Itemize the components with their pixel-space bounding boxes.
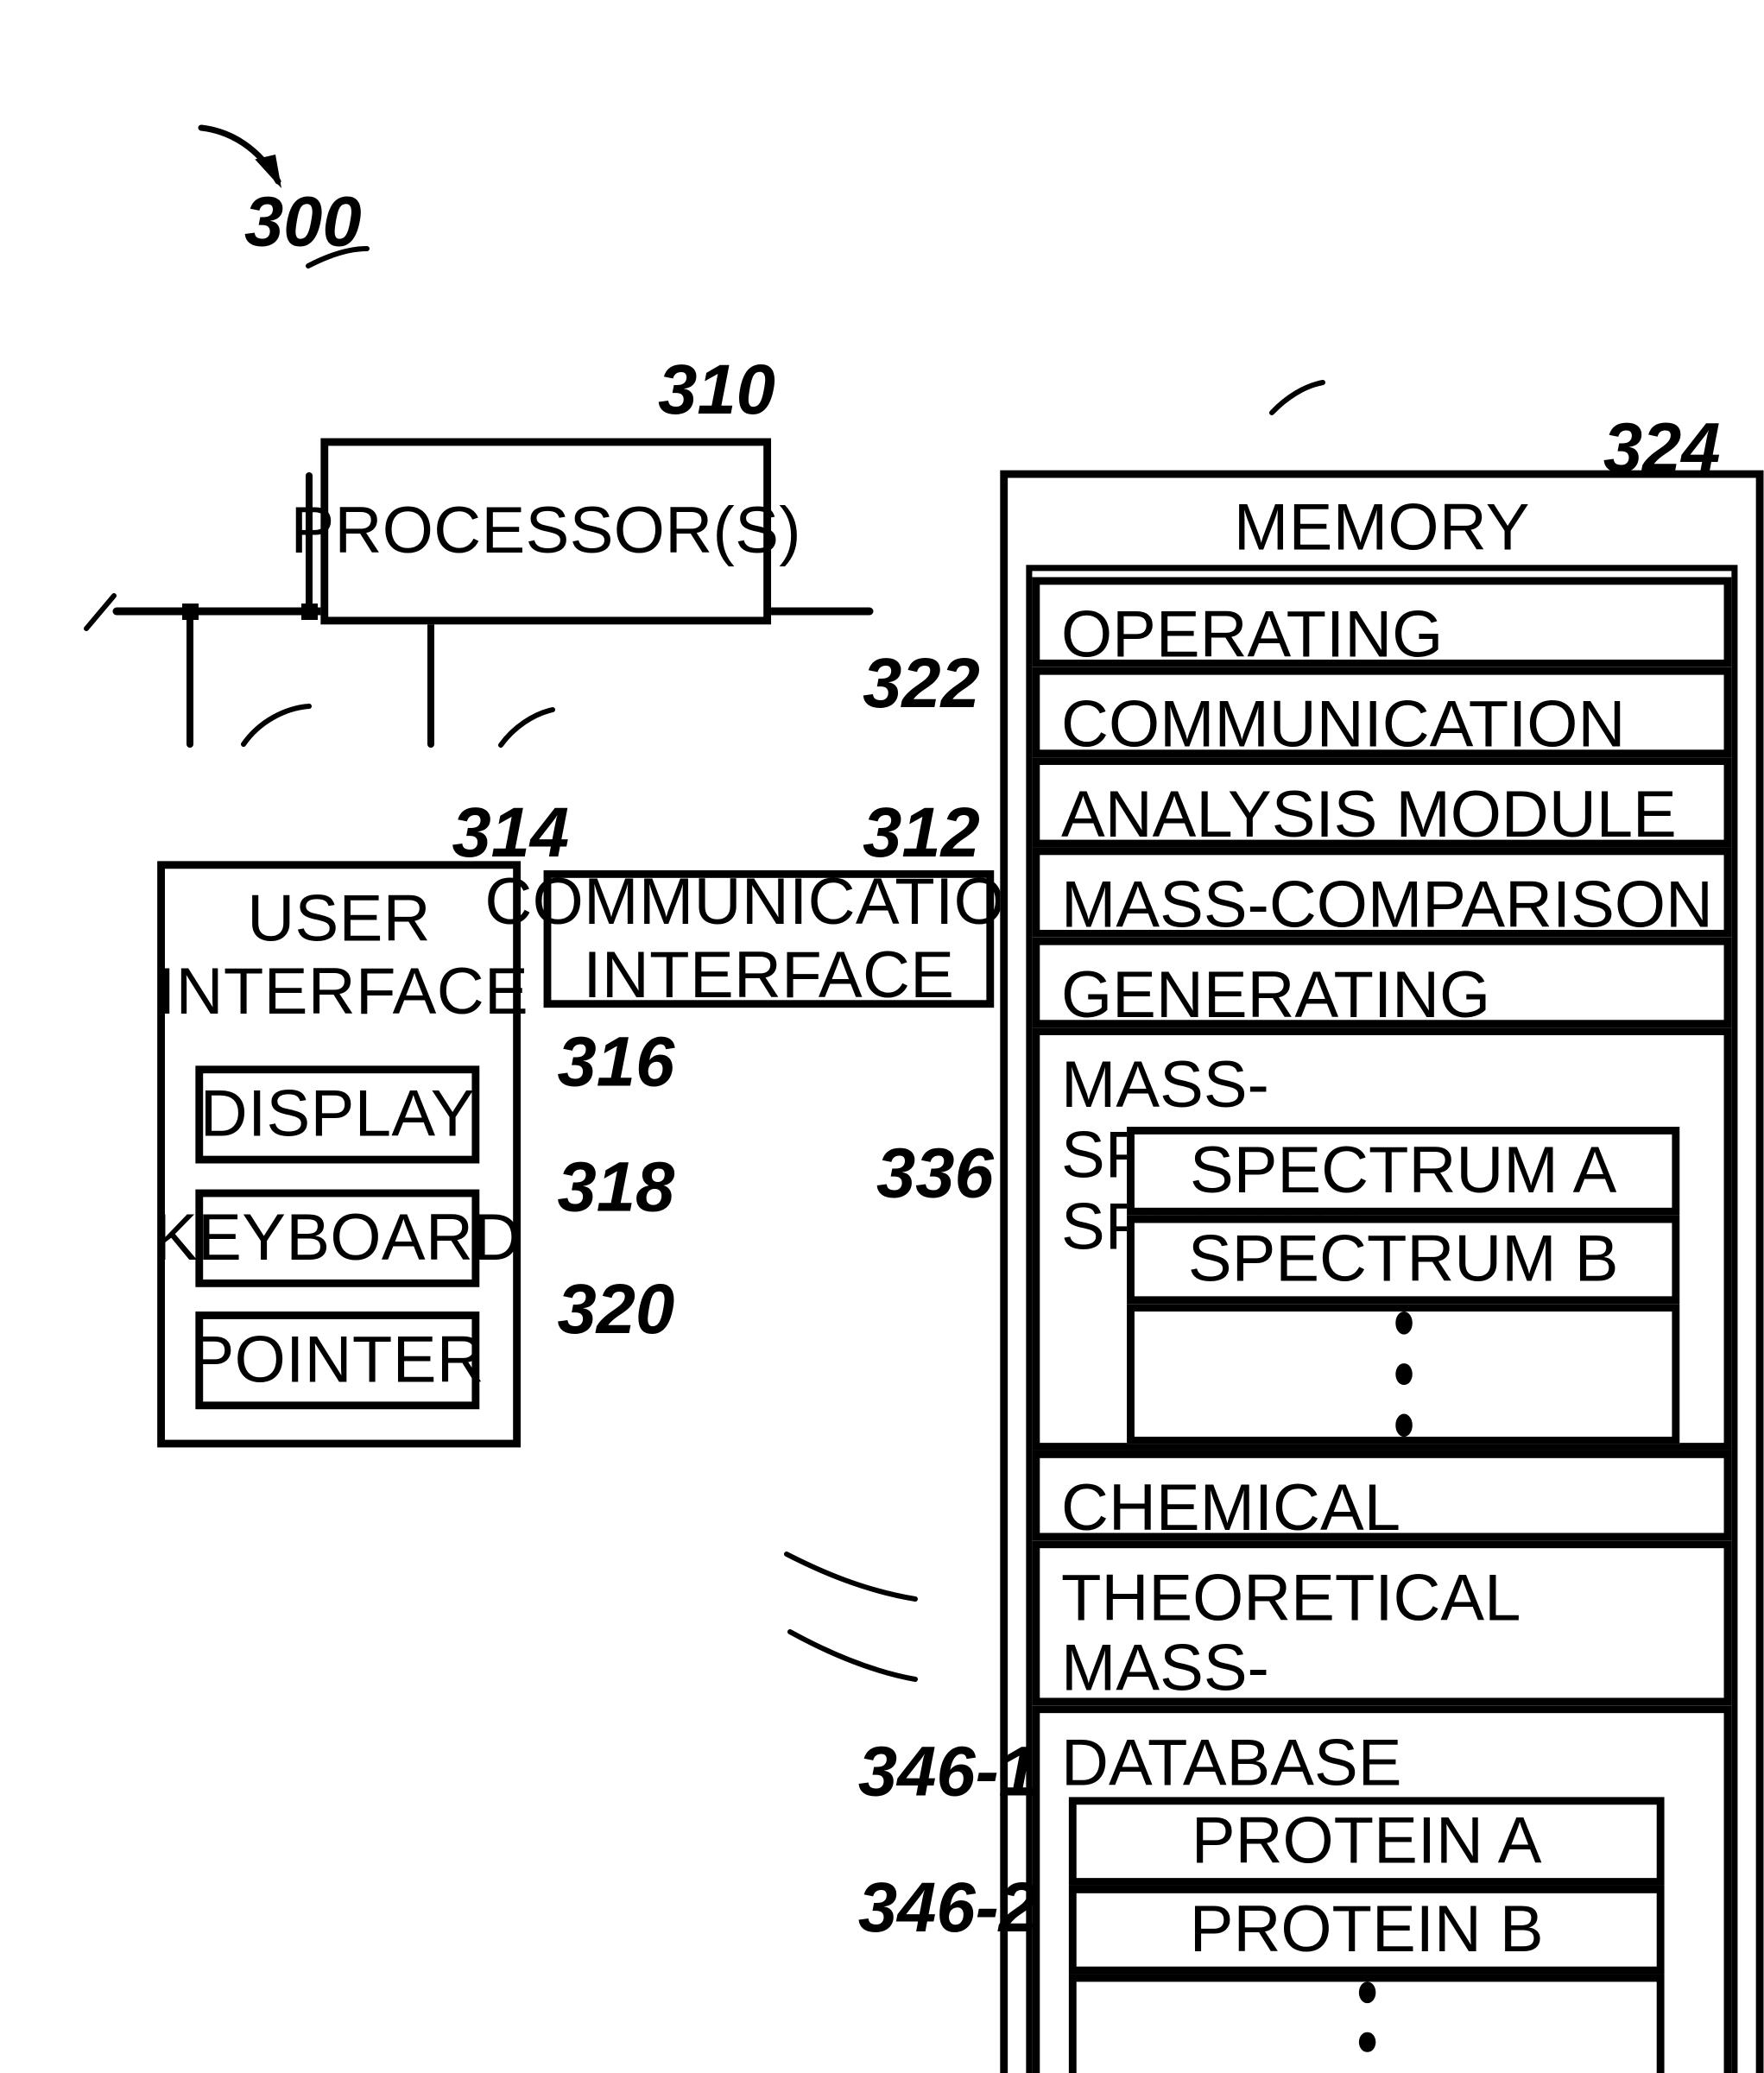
- display-label: DISPLAY: [199, 1078, 475, 1152]
- memory-row-label: DATABASE: [1061, 1727, 1402, 1800]
- diagram-scale-wrapper: 300 PROCESSOR(S) 310 322 USER INTERFACE 31…: [0, 0, 1764, 2073]
- spectrum-b-block: SPECTRUM B: [1127, 1215, 1680, 1305]
- spectrum-a-label: SPECTRUM A: [1189, 1134, 1617, 1207]
- processor-block: PROCESSOR(S): [290, 438, 801, 625]
- memory-row-chemical-modifications: CHEMICAL MODIFICATIONS: [1032, 1450, 1732, 1615]
- protein-b-block: PROTEIN B: [1068, 1885, 1665, 1975]
- ref-324: 324: [1603, 408, 1721, 488]
- proteins-ellipsis-block: [1068, 1974, 1665, 2073]
- display-block: DISPLAY: [195, 1065, 480, 1164]
- memory-row-analysis-module: ANALYSIS MODULE: [1032, 757, 1732, 851]
- memory-label: MEMORY: [1233, 491, 1530, 566]
- memory-row-generating-module: GENERATING MODULE: [1032, 937, 1732, 1102]
- ref-346-2: 346-2: [857, 1867, 1038, 1947]
- ref-322: 322: [863, 642, 980, 723]
- ref-318: 318: [557, 1147, 675, 1227]
- communication-interface-block: COMMUNICATION INTERFACE: [484, 865, 1053, 1012]
- spectra-ellipsis-block: [1127, 1304, 1680, 1444]
- protein-a-label: PROTEIN A: [1191, 1804, 1542, 1878]
- vertical-ellipsis-icon: [1135, 1311, 1672, 1438]
- vertical-ellipsis-icon: [1077, 1981, 1657, 2073]
- ref-312: 312: [863, 792, 980, 872]
- spectrum-b-label: SPECTRUM B: [1187, 1222, 1619, 1296]
- pointer-block: POINTER: [191, 1311, 484, 1410]
- patent-figure-3: 300 PROCESSOR(S) 310 322 USER INTERFACE 31…: [0, 0, 1764, 2073]
- protein-b-label: PROTEIN B: [1189, 1892, 1544, 1966]
- memory-row-communication-module: COMMUNICATION MODULE: [1032, 667, 1732, 831]
- memory-row-theoretical-spectra: THEORETICAL MASS- SPECTROMETRY SPECTRA: [1032, 1540, 1732, 1847]
- memory-row-operating-system: OPERATING SYSTEM: [1032, 577, 1732, 742]
- ref-310: 310: [658, 349, 775, 429]
- protein-a-block: PROTEIN A: [1068, 1797, 1665, 1886]
- spectrum-a-block: SPECTRUM A: [1127, 1127, 1680, 1216]
- ref-316: 316: [557, 1021, 675, 1102]
- user-interface-label: USER INTERFACE: [157, 882, 529, 1030]
- keyboard-block: KEYBOARD: [154, 1189, 521, 1287]
- ref-346-1: 346-1: [857, 1731, 1038, 1811]
- ref-336: 336: [876, 1133, 994, 1213]
- ref-320: 320: [557, 1268, 675, 1349]
- pointer-label: POINTER: [190, 1324, 485, 1397]
- processor-label: PROCESSOR(S): [290, 494, 801, 568]
- ref-314: 314: [452, 792, 570, 872]
- memory-row-label: ANALYSIS MODULE: [1061, 778, 1677, 852]
- ref-300: 300: [243, 181, 362, 262]
- memory-row-mass-comparison-module: MASS-COMPARISON MODULE: [1032, 847, 1732, 1012]
- keyboard-label: KEYBOARD: [154, 1201, 522, 1275]
- communication-interface-label: COMMUNICATION INTERFACE: [484, 865, 1053, 1013]
